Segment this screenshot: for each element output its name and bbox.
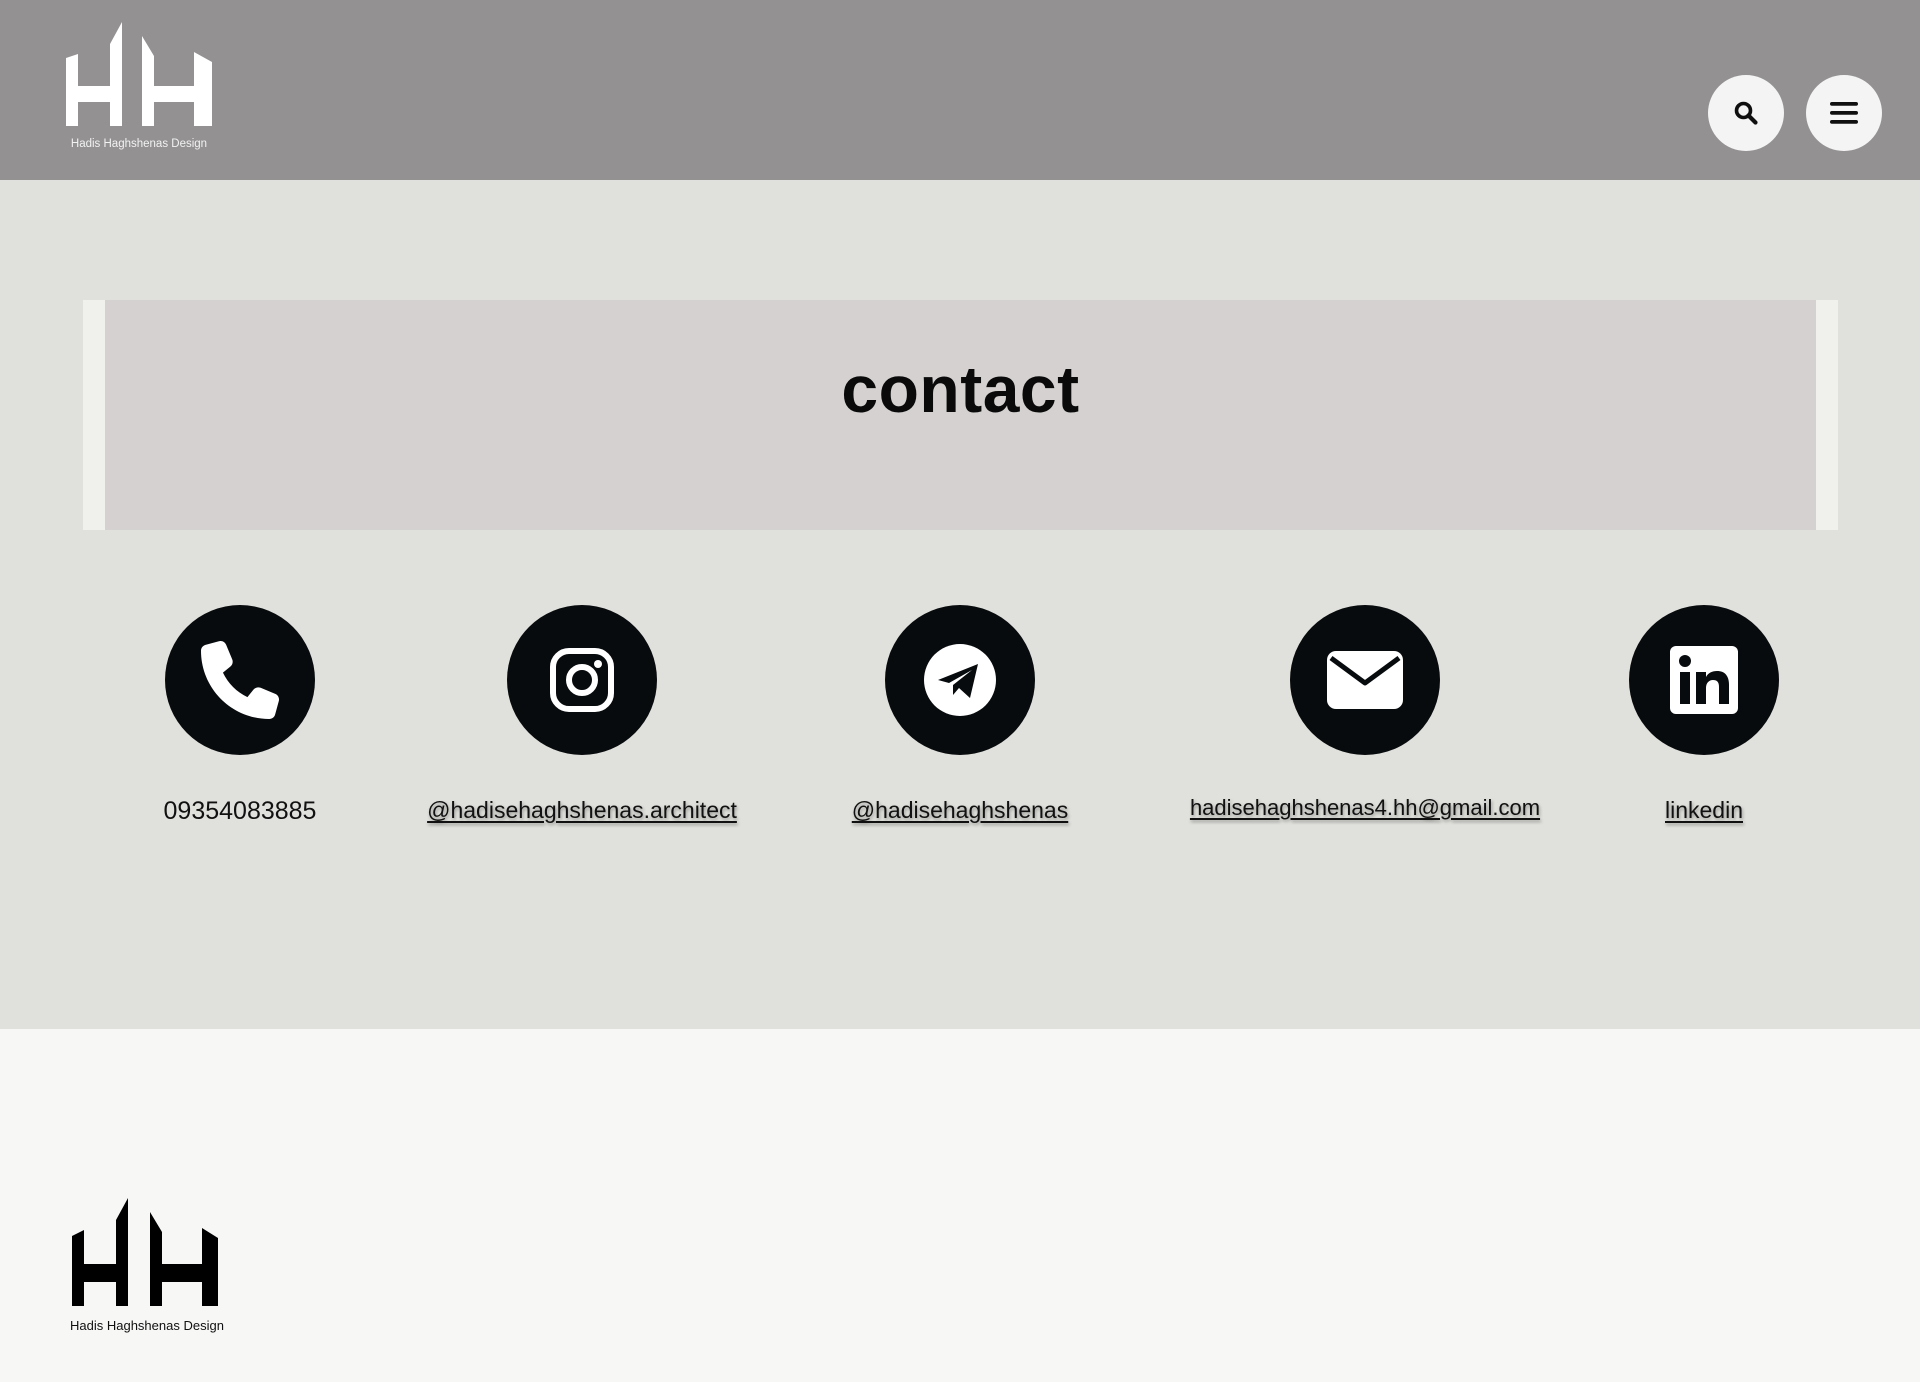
contact-section: contact 09354083885 @hadisehaghshenas.ar…	[0, 180, 1920, 1029]
hh-logo-mark	[66, 22, 212, 126]
title-banner: contact	[83, 300, 1838, 530]
search-icon	[1734, 101, 1758, 125]
hh-logo-mark-dark	[72, 1198, 218, 1306]
logo-caption: Hadis Haghshenas Design	[70, 138, 208, 150]
footer-logo[interactable]: Hadis Haghshenas Design	[70, 1198, 224, 1334]
instagram-button[interactable]	[507, 605, 657, 755]
hamburger-menu-icon	[1830, 102, 1858, 124]
linkedin-icon	[1670, 646, 1738, 714]
telegram-icon	[924, 644, 996, 716]
linkedin-button[interactable]	[1629, 605, 1779, 755]
site-logo[interactable]: Hadis Haghshenas Design	[66, 22, 212, 154]
email-button[interactable]	[1290, 605, 1440, 755]
telegram-link[interactable]: @hadisehaghshenas	[760, 797, 1160, 824]
instagram-link[interactable]: @hadisehaghshenas.architect	[382, 797, 782, 824]
title-banner-inner: contact	[105, 300, 1816, 530]
search-button[interactable]	[1708, 75, 1784, 151]
phone-button[interactable]	[165, 605, 315, 755]
footer-logo-caption: Hadis Haghshenas Design	[70, 1318, 224, 1333]
menu-button[interactable]	[1806, 75, 1882, 151]
linkedin-link[interactable]: linkedin	[1504, 797, 1904, 824]
page-title: contact	[841, 351, 1080, 426]
site-header: Hadis Haghshenas Design	[0, 0, 1920, 180]
instagram-icon	[550, 648, 614, 712]
phone-number: 09354083885	[163, 797, 317, 825]
site-footer: Hadis Haghshenas Design	[0, 1029, 1920, 1382]
phone-icon	[201, 641, 279, 719]
email-icon	[1327, 651, 1403, 709]
telegram-button[interactable]	[885, 605, 1035, 755]
